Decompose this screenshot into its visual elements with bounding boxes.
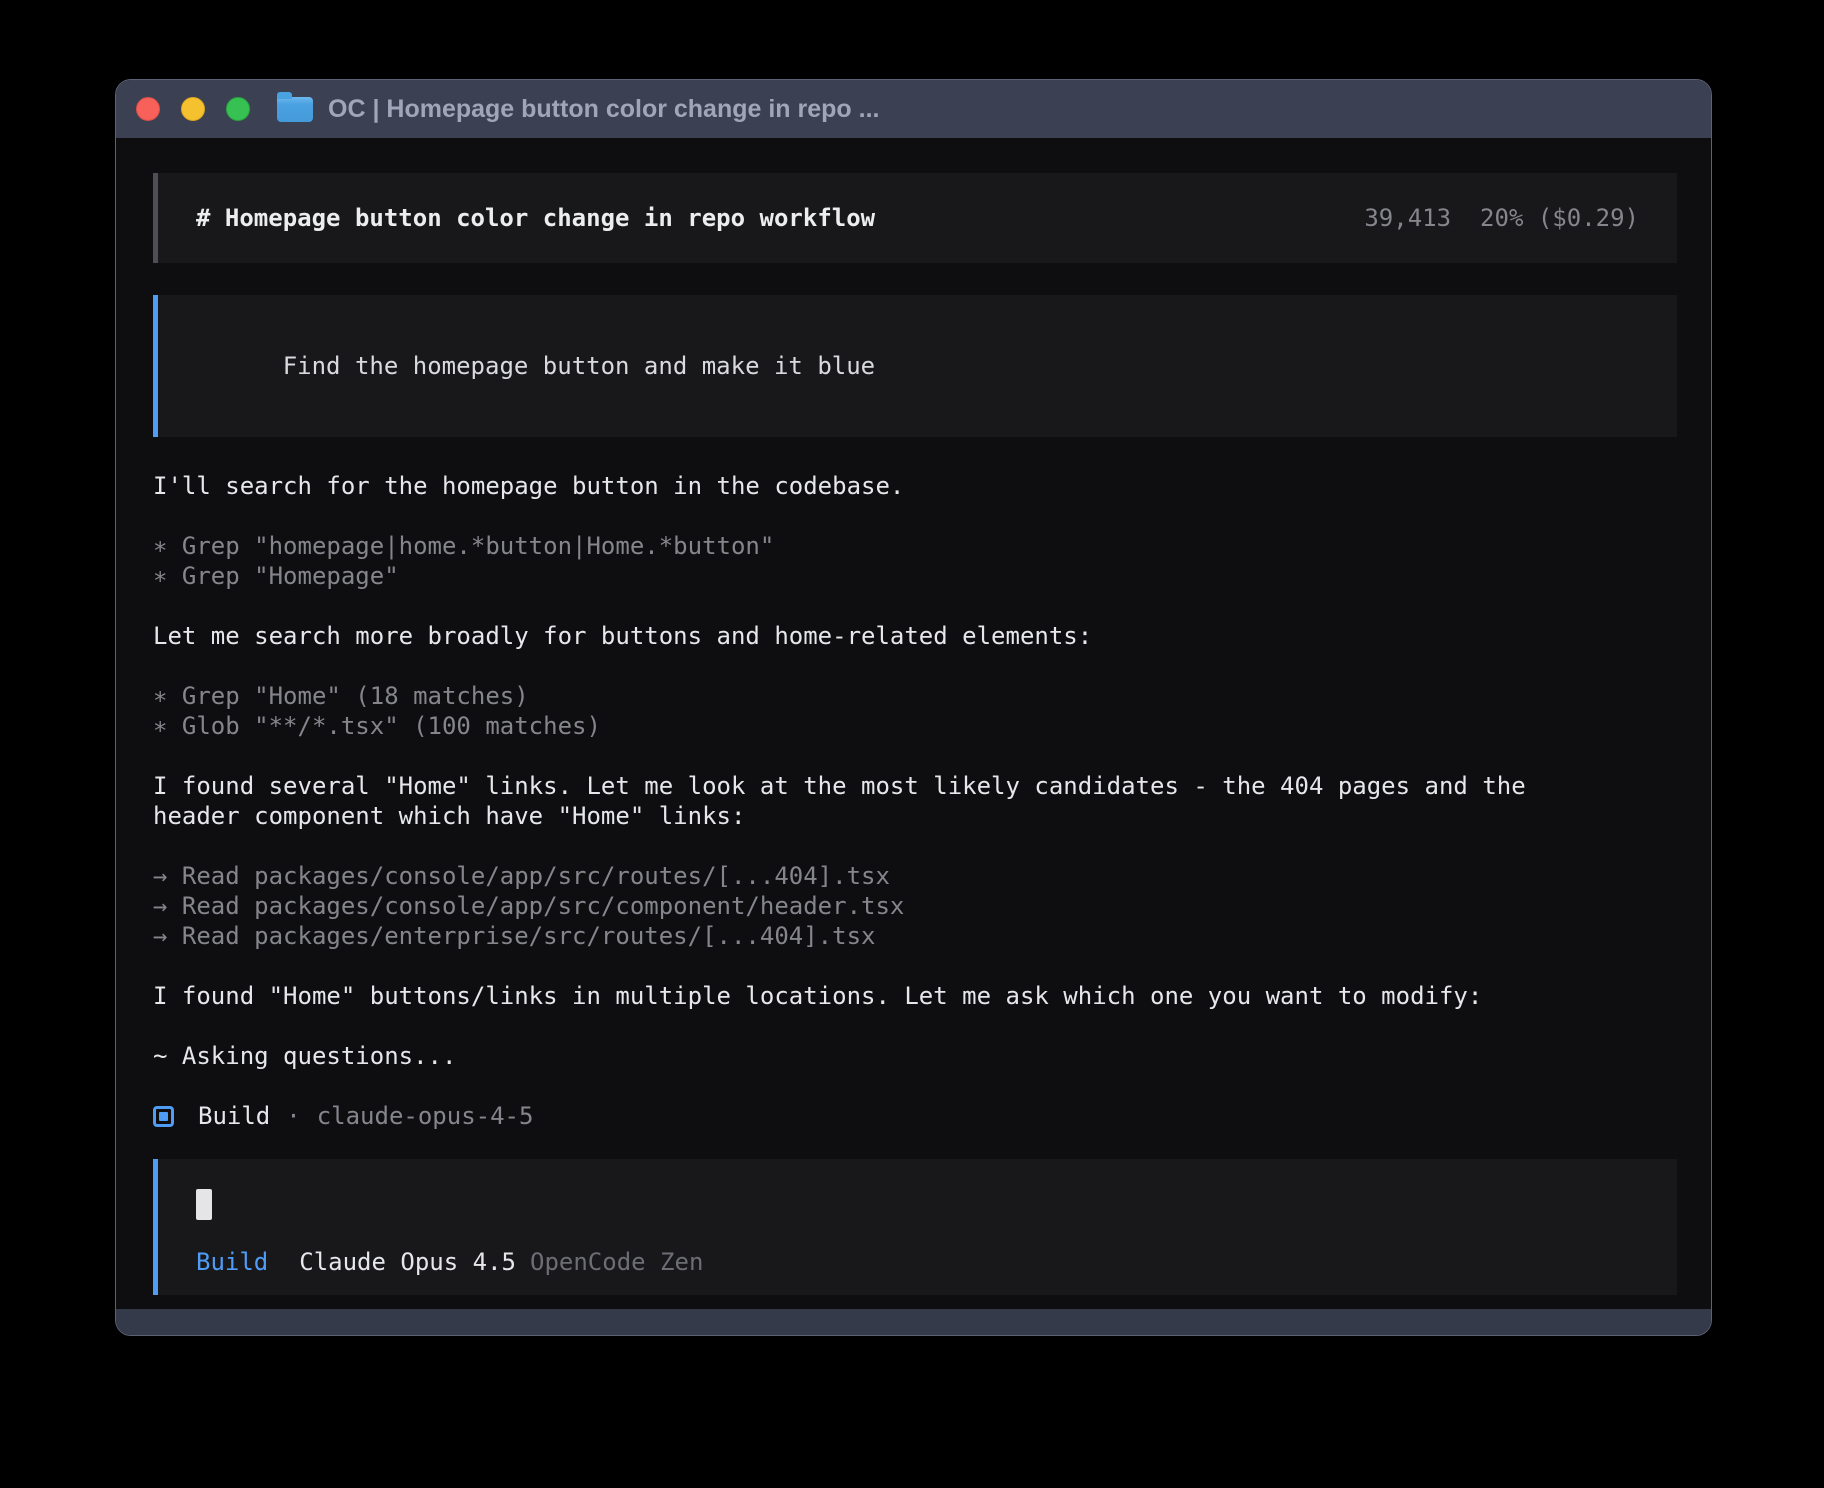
agent-mode-label[interactable]: Build <box>196 1247 268 1277</box>
transcript: I'll search for the homepage button in t… <box>153 471 1677 1131</box>
tool-call-line: → Read packages/enterprise/src/routes/[.… <box>153 921 1677 951</box>
terminal-content: # Homepage button color change in repo w… <box>116 138 1711 1311</box>
blank-line <box>153 1011 1677 1041</box>
window-titlebar[interactable]: OC | Homepage button color change in rep… <box>116 80 1711 138</box>
maximize-button[interactable] <box>226 97 250 121</box>
window-title: OC | Homepage button color change in rep… <box>328 95 879 124</box>
traffic-lights <box>136 97 250 121</box>
assistant-text-line: header component which have "Home" links… <box>153 801 1677 831</box>
tool-call-line: → Read packages/console/app/src/componen… <box>153 891 1677 921</box>
assistant-text-line: Let me search more broadly for buttons a… <box>153 621 1677 651</box>
prompt-input[interactable]: Build Claude Opus 4.5 OpenCode Zen <box>153 1159 1677 1295</box>
token-count: 39,413 <box>1364 203 1451 233</box>
blank-line <box>153 651 1677 681</box>
session-stats: 39,413 20% ($0.29) <box>1364 203 1639 233</box>
separator-dot: · <box>286 1101 300 1131</box>
context-cost: 20% ($0.29) <box>1480 203 1639 233</box>
tool-call-line: ∗ Grep "homepage|home.*button|Home.*butt… <box>153 531 1677 561</box>
agent-model: claude-opus-4-5 <box>317 1101 534 1131</box>
assistant-text-line: I'll search for the homepage button in t… <box>153 471 1677 501</box>
blank-line <box>153 591 1677 621</box>
blank-line <box>153 951 1677 981</box>
tool-call-line: ∗ Glob "**/*.tsx" (100 matches) <box>153 711 1677 741</box>
blank-line <box>153 1071 1677 1101</box>
agent-status-line: Build · claude-opus-4-5 <box>153 1101 1677 1131</box>
provider-label: OpenCode Zen <box>530 1247 703 1277</box>
user-message-text: Find the homepage button and make it blu… <box>283 352 875 380</box>
input-status-line: Build Claude Opus 4.5 OpenCode Zen <box>196 1247 1639 1277</box>
close-button[interactable] <box>136 97 160 121</box>
user-message: Find the homepage button and make it blu… <box>153 295 1677 437</box>
text-cursor <box>196 1189 212 1220</box>
tool-call-line: ∗ Grep "Home" (18 matches) <box>153 681 1677 711</box>
terminal-window: OC | Homepage button color change in rep… <box>115 79 1712 1336</box>
folder-icon <box>277 97 313 122</box>
blank-line <box>153 501 1677 531</box>
blank-line <box>153 741 1677 771</box>
model-label[interactable]: Claude Opus 4.5 <box>299 1247 516 1277</box>
session-title: # Homepage button color change in repo w… <box>196 203 875 233</box>
minimize-button[interactable] <box>181 97 205 121</box>
assistant-text-line: ~ Asking questions... <box>153 1041 1677 1071</box>
assistant-text-line: I found "Home" buttons/links in multiple… <box>153 981 1677 1011</box>
session-header: # Homepage button color change in repo w… <box>153 173 1677 263</box>
agent-checkbox-icon <box>153 1106 174 1127</box>
blank-line <box>153 831 1677 861</box>
window-bottom-chrome <box>116 1309 1711 1335</box>
tool-call-line: → Read packages/console/app/src/routes/[… <box>153 861 1677 891</box>
assistant-text-line: I found several "Home" links. Let me loo… <box>153 771 1677 801</box>
agent-name: Build <box>198 1101 270 1131</box>
tool-call-line: ∗ Grep "Homepage" <box>153 561 1677 591</box>
